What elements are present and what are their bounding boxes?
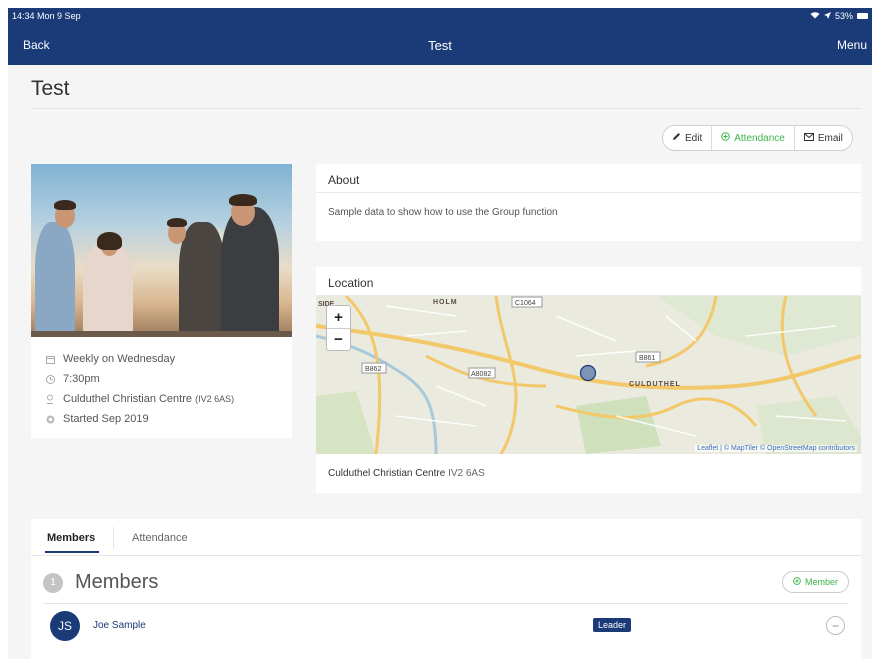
role-badge: Leader [593, 618, 632, 632]
edit-label: Edit [685, 132, 703, 144]
status-indicators: 53% [810, 11, 868, 21]
tab-divider [113, 527, 114, 549]
add-member-button[interactable]: Member [781, 571, 849, 593]
schedule-row: Weekly on Wednesday [45, 349, 292, 369]
map-label-culduthel: CULDUTHEL [629, 381, 681, 388]
map-label-holm: HOLM [433, 299, 458, 306]
map-label-b861: B861 [639, 355, 655, 362]
email-label: Email [817, 132, 843, 144]
battery-icon [857, 13, 868, 19]
location-card: Location C1064 B861 B862 A8082 HOLM CULD… [316, 267, 861, 493]
member-name-link[interactable]: Joe Sample [93, 620, 146, 631]
location-venue: Culduthel Christian Centre [328, 468, 446, 479]
venue-postcode: (IV2 6AS) [195, 394, 235, 404]
members-title: Members [75, 571, 159, 593]
group-photo [31, 164, 292, 337]
clock-icon [45, 374, 55, 384]
attendance-button[interactable]: Attendance [711, 126, 794, 150]
zoom-out-button[interactable]: − [327, 328, 350, 350]
map-label-c1064: C1064 [515, 300, 536, 307]
map-attribution[interactable]: Leaflet | © MapTiler © OpenStreetMap con… [695, 445, 857, 452]
venue-text: Culduthel Christian Centre [63, 393, 193, 405]
attendance-label: Attendance [734, 132, 785, 144]
status-time: 14:34 [12, 11, 35, 21]
battery-percent: 53% [834, 11, 853, 21]
zoom-in-button[interactable]: + [327, 306, 350, 328]
status-time-date: 14:34 Mon 9 Sep [12, 11, 81, 21]
about-heading: About [316, 164, 861, 193]
venue-row: Culduthel Christian Centre (IV2 6AS) [45, 389, 292, 409]
email-button[interactable]: Email [793, 126, 852, 150]
plus-circle-icon [793, 577, 801, 587]
members-section: Members Attendance 1 Members Member JS J… [31, 519, 861, 659]
location-heading: Location [316, 267, 861, 296]
tab-attendance[interactable]: Attendance [132, 532, 188, 544]
edit-button[interactable]: Edit [663, 126, 711, 150]
started-row: Started Sep 2019 [45, 409, 292, 429]
started-text: Started Sep 2019 [63, 413, 149, 425]
location-postcode: IV2 6AS [448, 468, 485, 479]
group-info-card: Weekly on Wednesday 7:30pm Culduthel Chr… [31, 164, 292, 438]
map-zoom-controls: + − [326, 305, 351, 351]
location-arrow-icon [823, 11, 831, 21]
minus-icon: − [831, 618, 839, 633]
members-divider [43, 603, 848, 604]
members-header: 1 Members [43, 571, 158, 594]
envelope-icon [803, 132, 814, 144]
menu-button[interactable]: Menu [837, 38, 867, 52]
page-content: Test Edit Attendance Email Weekly on Wed… [8, 65, 872, 659]
pencil-icon [672, 132, 681, 144]
time-text: 7:30pm [63, 373, 100, 385]
map-pin-icon [45, 394, 55, 404]
add-member-label: Member [804, 577, 838, 587]
location-map[interactable]: C1064 B861 B862 A8082 HOLM CULDUTHEL SID… [316, 296, 861, 454]
about-text: Sample data to show how to use the Group… [328, 207, 558, 218]
map-label-a8082: A8082 [471, 371, 491, 378]
nav-title: Test [428, 38, 452, 53]
wifi-icon [810, 11, 820, 21]
remove-member-button[interactable]: − [826, 616, 845, 635]
calendar-icon [45, 354, 55, 364]
group-meta: Weekly on Wednesday 7:30pm Culduthel Chr… [31, 337, 292, 429]
page-title: Test [31, 77, 70, 100]
member-row: JS Joe Sample Leader − [43, 611, 848, 643]
time-row: 7:30pm [45, 369, 292, 389]
plus-circle-icon [721, 132, 731, 144]
title-divider [31, 108, 861, 109]
location-address: Culduthel Christian Centre IV2 6AS [328, 468, 485, 479]
members-count-badge: 1 [43, 572, 63, 593]
tab-members[interactable]: Members [44, 532, 100, 553]
map-label-b862: B862 [365, 366, 381, 373]
action-button-group: Edit Attendance Email [662, 125, 853, 151]
top-bar: 14:34 Mon 9 Sep 53% Back Test Menu [8, 8, 872, 65]
tab-bar: Members Attendance [31, 519, 861, 556]
flag-icon [45, 414, 55, 424]
about-card: About Sample data to show how to use the… [316, 164, 861, 241]
avatar: JS [50, 611, 80, 641]
status-date: Mon 9 Sep [37, 11, 81, 21]
schedule-text: Weekly on Wednesday [63, 353, 176, 365]
